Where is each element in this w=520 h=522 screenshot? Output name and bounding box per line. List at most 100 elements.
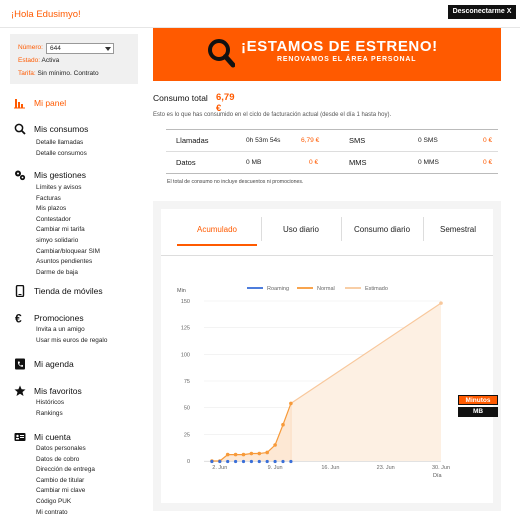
x-tick-label: 30. Jun (432, 465, 450, 471)
roaming-point (210, 459, 214, 464)
consumo-note: El total de consumo no incluye descuento… (167, 179, 304, 185)
nav-favoritos-label: Mis favoritos (34, 386, 82, 396)
legend-label: Normal (317, 286, 335, 292)
roaming-point (265, 459, 269, 464)
cuenta-submenu: Datos personales Datos de cobro Direcció… (36, 444, 95, 518)
mms-label: MMS (349, 158, 367, 167)
chart-legend: Roaming Normal Estimado (247, 286, 388, 292)
llamadas-label: Llamadas (176, 136, 209, 145)
y-tick-label: 25 (184, 432, 190, 438)
top-bar: ¡Hola Edusimyo! Desconectarme X (0, 0, 520, 28)
roaming-point (249, 459, 253, 464)
estimado-point (439, 301, 443, 305)
logout-button[interactable]: Desconectarme X (448, 5, 516, 19)
y-tick-label: 50 (184, 406, 190, 412)
sidebar-item-puk[interactable]: Código PUK (36, 497, 95, 508)
legend-label: Roaming (267, 286, 289, 292)
nav-mis-gestiones-label: Mis gestiones (34, 170, 86, 180)
sidebar-item-invita[interactable]: Invita a un amigo (36, 325, 107, 336)
sidebar-item-contrato[interactable]: Mi contrato (36, 508, 95, 519)
chart-panel: Acumulado Uso diario Consumo diario Seme… (153, 201, 501, 511)
datos-label: Datos (176, 158, 196, 167)
sidebar-item-historicos[interactable]: Históricos (36, 398, 64, 409)
x-tick-label: 2. Jun (212, 465, 227, 471)
sidebar-item-sim[interactable]: Cambiar/bloquear SIM (36, 247, 100, 258)
sms-price: 0 € (483, 137, 493, 144)
sidebar-item-pendientes[interactable]: Asuntos pendientes (36, 257, 100, 268)
chart-card: Acumulado Uso diario Consumo diario Seme… (161, 209, 498, 503)
normal-point (265, 450, 269, 455)
search-icon (208, 39, 235, 68)
sidebar-item-direccion[interactable]: Dirección de entrega (36, 465, 95, 476)
svg-text:€: € (15, 312, 22, 324)
gestiones-submenu: Límites y avisos Facturas Mis plazos Con… (36, 183, 100, 278)
tariff-label: Tarifa: (18, 70, 36, 77)
legend-label: Estimado (365, 286, 388, 292)
roaming-point (241, 459, 246, 464)
chart-plot (210, 301, 443, 464)
sidebar-item-detalle-llamadas[interactable]: Detalle llamadas (36, 138, 87, 149)
normal-point (249, 451, 254, 456)
roaming-point (226, 459, 230, 464)
unit-minutos-button[interactable]: Minutos (458, 395, 498, 405)
sidebar-item-plazos[interactable]: Mis plazos (36, 204, 100, 215)
nav-tienda-label: Tienda de móviles (34, 286, 103, 296)
number-select[interactable]: 644 (46, 43, 114, 54)
sidebar-item-detalle-consumos[interactable]: Detalle consumos (36, 149, 87, 160)
normal-point (233, 452, 238, 457)
y-tick-label: 125 (181, 326, 190, 332)
llamadas-price: 6,79 € (301, 137, 320, 144)
y-axis-label: Min (177, 288, 186, 294)
mms-qty: 0 MMS (418, 159, 439, 166)
id-card-icon (14, 433, 26, 441)
roaming-point (234, 459, 238, 464)
sidebar-item-solidario[interactable]: simyo solidario (36, 236, 100, 247)
star-icon (14, 385, 26, 396)
sidebar-item-contestador[interactable]: Contestador (36, 215, 100, 226)
sidebar-item-cambiar-tarifa[interactable]: Cambiar mi tarifa (36, 225, 100, 236)
roaming-point (281, 459, 285, 464)
normal-point (273, 443, 277, 447)
nav-mis-consumos-label: Mis consumos (34, 124, 89, 134)
nav-mi-cuenta-label: Mi cuenta (34, 432, 71, 442)
sidebar-item-rankings[interactable]: Rankings (36, 409, 64, 420)
chevron-down-icon (105, 47, 111, 51)
sidebar-item-euros-regalo[interactable]: Usar mis euros de regalo (36, 336, 107, 347)
consumos-submenu: Detalle llamadas Detalle consumos (36, 138, 87, 159)
euro-icon: € (15, 312, 22, 324)
sidebar-item-datos-cobro[interactable]: Datos de cobro (36, 455, 95, 466)
row-divider (166, 151, 498, 152)
account-box: Número: 644 Estado: Activa Tarifa: Sin m… (10, 34, 138, 84)
normal-point (281, 422, 285, 427)
x-tick-label: 9. Jun (268, 465, 283, 471)
sidebar-item-datos-personales[interactable]: Datos personales (36, 444, 95, 455)
roaming-point (257, 459, 261, 464)
y-tick-label: 100 (181, 352, 190, 358)
banner-title: ¡ESTAMOS DE ESTRENO! (241, 38, 438, 55)
normal-point (225, 452, 230, 457)
roaming-point (218, 459, 222, 464)
phone-icon (15, 285, 25, 297)
unit-toggle: Minutos MB (458, 395, 498, 419)
promo-banner[interactable]: ¡ESTAMOS DE ESTRENO! RENOVAMOS EL ÁREA P… (153, 28, 501, 81)
sidebar-item-titular[interactable]: Cambio de titular (36, 476, 95, 487)
greeting: ¡Hola Edusimyo! (11, 9, 81, 20)
tariff-value: Sin mínimo. Contrato (37, 70, 99, 77)
consumption-chart: Roaming Normal Estimado Min Día 0 25 50 75 100… (177, 286, 450, 479)
datos-qty: 0 MB (246, 159, 262, 166)
sidebar-item-baja[interactable]: Darme de baja (36, 268, 100, 279)
roaming-point (289, 459, 293, 464)
nav-mi-panel-label: Mi panel (34, 98, 67, 108)
sidebar-item-clave[interactable]: Cambiar mi clave (36, 486, 95, 497)
datos-price: 0 € (309, 159, 319, 166)
unit-mb-button[interactable]: MB (458, 407, 498, 417)
normal-point (241, 452, 246, 457)
sidebar-item-facturas[interactable]: Facturas (36, 194, 100, 205)
consumo-total-label: Consumo total (153, 93, 208, 103)
promociones-submenu: Invita a un amigo Usar mis euros de rega… (36, 325, 107, 346)
llamadas-qty: 0h 53m 54s (246, 137, 281, 144)
sidebar-item-limites[interactable]: Límites y avisos (36, 183, 100, 194)
estimado-area (290, 303, 441, 461)
normal-point (257, 451, 262, 456)
consumption-table: Llamadas 0h 53m 54s 6,79 € SMS 0 SMS 0 €… (166, 129, 498, 174)
